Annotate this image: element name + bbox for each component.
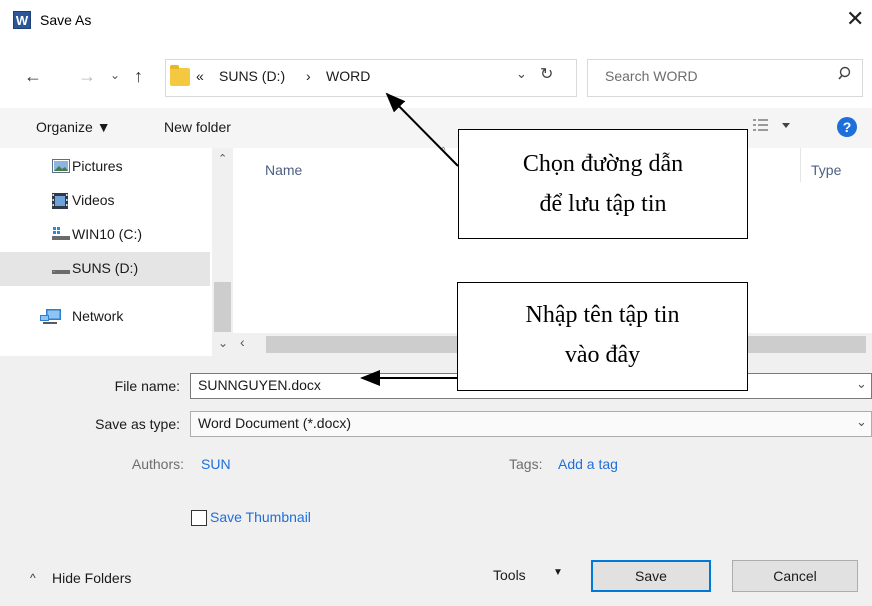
column-header-type[interactable]: Type (811, 162, 841, 178)
new-folder-button[interactable]: New folder (164, 119, 231, 135)
cancel-button[interactable]: Cancel (732, 560, 858, 592)
authors-label: Authors: (131, 456, 184, 472)
up-arrow-icon[interactable]: ↑ (134, 66, 143, 87)
save-thumbnail-checkbox[interactable] (191, 510, 207, 526)
scroll-up-icon[interactable]: ⌃ (218, 152, 227, 165)
drive-icon (52, 227, 70, 241)
search-icon[interactable] (838, 66, 854, 85)
sidebar-item-label: Videos (72, 192, 115, 208)
breadcrumb-separator[interactable]: › (306, 68, 311, 84)
sidebar-item-suns-d[interactable]: SUNS (D:) (0, 252, 210, 286)
scrollbar-thumb[interactable] (214, 282, 231, 332)
drive-icon (52, 261, 70, 275)
authors-value[interactable]: SUN (201, 456, 231, 472)
save-as-type-label: Save as type: (95, 416, 180, 432)
file-name-value: SUNNGUYEN.docx (198, 377, 321, 393)
pictures-icon (52, 159, 70, 173)
save-as-dialog: W Save As ✕ ← → ⌄ ↑ « SUNS (D:) › WORD ⌄… (0, 0, 872, 606)
breadcrumb-drive[interactable]: SUNS (D:) (219, 68, 285, 84)
back-arrow-icon[interactable]: ← (24, 66, 42, 87)
breadcrumb-folder[interactable]: WORD (326, 68, 370, 84)
breadcrumb-overflow[interactable]: « (196, 68, 204, 84)
refresh-icon[interactable]: ↻ (540, 64, 553, 84)
window-title: Save As (40, 12, 92, 28)
address-dropdown-icon[interactable]: ⌄ (516, 66, 527, 82)
recent-locations-chevron-icon[interactable]: ⌄ (110, 68, 120, 82)
view-options-icon[interactable] (753, 117, 791, 138)
videos-icon (52, 193, 68, 209)
column-divider (800, 148, 801, 182)
tools-dropdown-icon[interactable]: ▼ (553, 567, 563, 578)
collapse-chevron-icon[interactable]: ^ (30, 571, 36, 585)
tags-input[interactable]: Add a tag (558, 456, 618, 472)
word-app-icon: W (13, 11, 31, 29)
hide-folders-button[interactable]: Hide Folders (52, 570, 131, 586)
save-as-type-dropdown-icon[interactable]: ⌄ (856, 414, 867, 430)
file-name-dropdown-icon[interactable]: ⌄ (856, 376, 867, 392)
save-as-type-value: Word Document (*.docx) (198, 415, 352, 431)
callout-choose-path: Chọn đường dẫn để lưu tập tin (458, 129, 748, 239)
sidebar-item-label: Network (72, 308, 124, 324)
save-button[interactable]: Save (591, 560, 711, 592)
column-header-name[interactable]: Name (265, 162, 302, 178)
callout-line: để lưu tập tin (539, 191, 667, 217)
network-icon (40, 309, 61, 324)
callout-line: Chọn đường dẫn (522, 151, 684, 177)
organize-button[interactable]: Organize ▼ (36, 119, 111, 135)
title-bar (0, 0, 872, 44)
sidebar-item-network[interactable]: Network (0, 300, 210, 334)
callout-line: Nhập tên tập tin (525, 302, 680, 328)
sidebar-item-label: Pictures (72, 158, 123, 174)
forward-arrow-icon[interactable]: → (78, 66, 96, 87)
scroll-down-icon[interactable]: ⌄ (218, 336, 228, 350)
file-name-label: File name: (114, 378, 180, 394)
help-icon[interactable]: ? (837, 117, 857, 137)
sidebar-item-win10-c[interactable]: WIN10 (C:) (0, 218, 210, 252)
tools-button[interactable]: Tools (493, 567, 526, 583)
tags-label: Tags: (509, 456, 543, 472)
scroll-left-icon[interactable]: ‹ (240, 334, 245, 350)
callout-enter-filename: Nhập tên tập tin vào đây (457, 282, 748, 391)
sidebar-item-label: SUNS (D:) (72, 260, 139, 276)
search-placeholder: Search WORD (605, 68, 698, 84)
sidebar-item-videos[interactable]: Videos (0, 184, 210, 218)
callout-line: vào đây (564, 342, 641, 368)
sort-indicator-icon: ^ (441, 146, 446, 157)
sidebar-item-pictures[interactable]: Pictures (0, 150, 210, 184)
save-thumbnail-label[interactable]: Save Thumbnail (210, 509, 311, 525)
sidebar-item-label: WIN10 (C:) (72, 226, 142, 242)
close-icon[interactable]: ✕ (846, 8, 864, 30)
folder-icon (170, 65, 190, 86)
